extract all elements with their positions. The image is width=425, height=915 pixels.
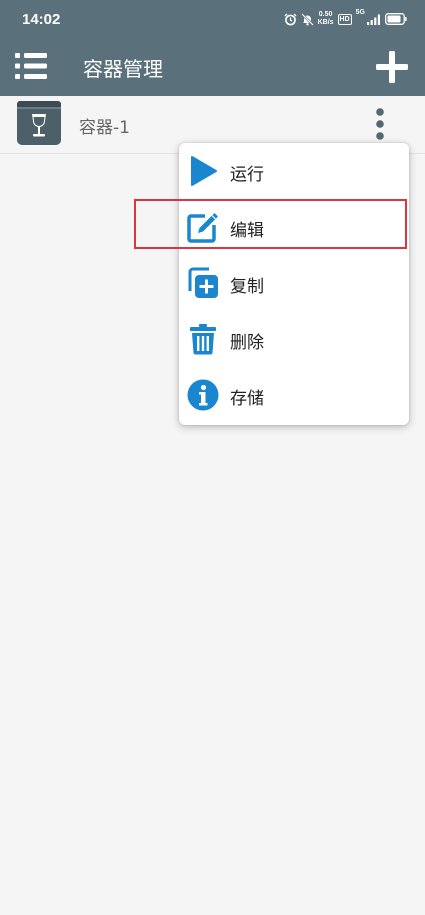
- status-bar: 14:02 0.50 KB/s HD 5G: [0, 0, 425, 37]
- signal-type: 5G: [355, 9, 365, 16]
- info-icon: [187, 379, 219, 411]
- signal-icon: [367, 14, 381, 25]
- net-speed-value: 0.50: [318, 11, 333, 18]
- menu-item-label: 存储: [230, 389, 264, 409]
- menu-item-label: 复制: [230, 277, 264, 297]
- net-speed: 0.50 KB/s: [318, 11, 334, 27]
- menu-item-label: 编辑: [230, 221, 264, 241]
- mute-icon: [300, 12, 314, 26]
- add-container-button[interactable]: [374, 49, 410, 85]
- plus-icon: [376, 51, 408, 83]
- menu-item-storage[interactable]: 存储: [179, 367, 409, 423]
- alarm-icon: [284, 13, 297, 26]
- edit-icon: [187, 213, 218, 243]
- page-title: 容器管理: [83, 57, 163, 81]
- trash-icon: [190, 324, 216, 355]
- hd-badge: HD: [337, 13, 352, 25]
- menu-item-label: 删除: [230, 333, 264, 353]
- container-name: 容器-1: [79, 118, 130, 138]
- copy-icon: [188, 267, 218, 298]
- menu-item-delete[interactable]: 删除: [179, 311, 409, 367]
- drawer-menu-button[interactable]: [14, 51, 48, 81]
- app-bar: 容器管理: [0, 37, 425, 96]
- status-icons: 0.50 KB/s HD 5G: [284, 9, 407, 29]
- more-options-button[interactable]: [366, 104, 394, 144]
- context-menu: 运行 编辑 复制 删除 存储: [179, 143, 409, 425]
- more-vertical-icon: [376, 108, 384, 140]
- list-menu-icon: [15, 53, 47, 79]
- battery-icon: [385, 13, 407, 25]
- wine-glass-box-icon: [17, 101, 61, 145]
- net-speed-unit: KB/s: [317, 19, 334, 26]
- play-icon: [191, 156, 217, 186]
- menu-item-edit[interactable]: 编辑: [179, 199, 409, 255]
- menu-item-label: 运行: [230, 165, 264, 185]
- status-time: 14:02: [22, 11, 61, 28]
- menu-item-run[interactable]: 运行: [179, 143, 409, 199]
- menu-item-copy[interactable]: 复制: [179, 255, 409, 311]
